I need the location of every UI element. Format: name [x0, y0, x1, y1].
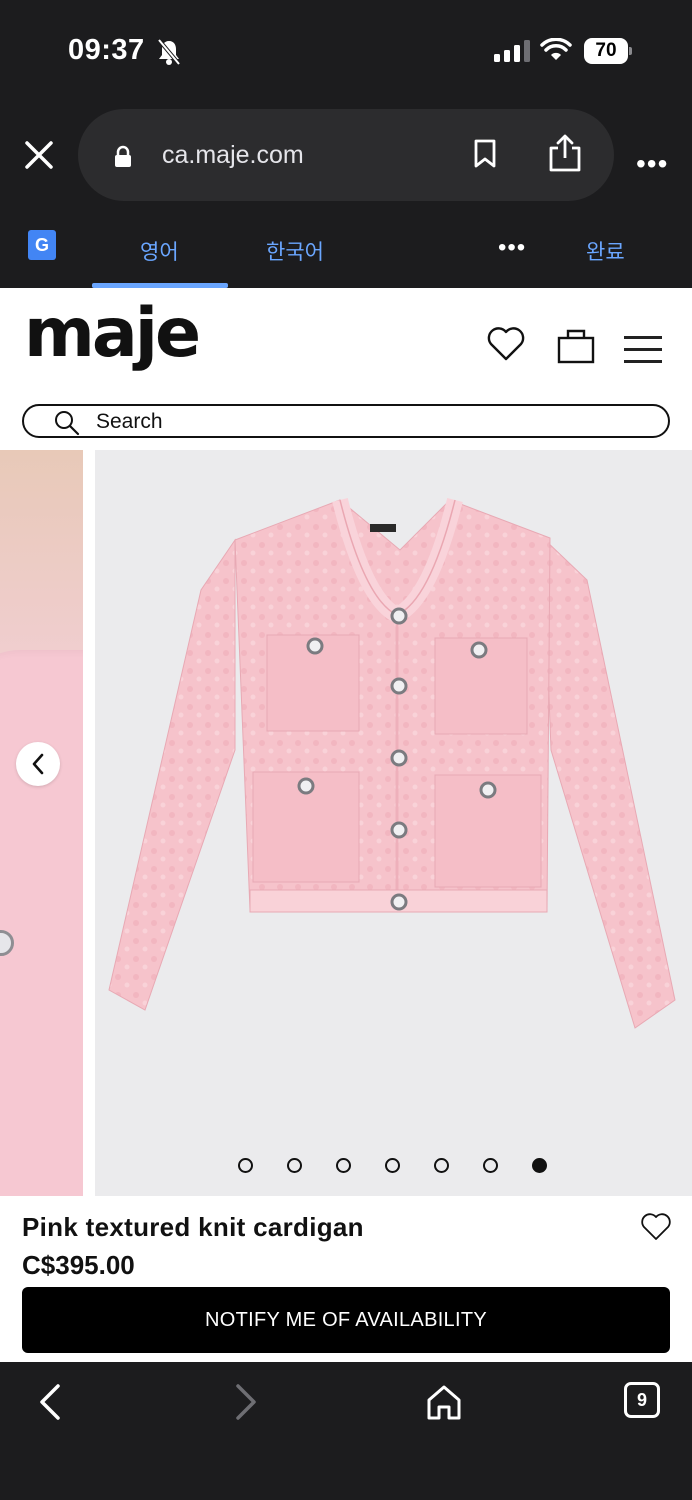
product-gallery[interactable]	[0, 450, 692, 1196]
product-price: C$395.00	[22, 1250, 135, 1280]
address-bar[interactable]: ca.maje.com	[78, 109, 614, 201]
translate-bar: G 文 영어 한국어 ••• 완료	[0, 212, 692, 288]
pagination-dot[interactable]	[238, 1158, 253, 1173]
browser-toolbar: 9	[0, 1362, 692, 1500]
battery-level: 70	[584, 38, 628, 64]
previous-product-image[interactable]	[0, 450, 83, 1196]
more-options-icon[interactable]: •••	[636, 148, 668, 180]
wifi-icon	[540, 37, 572, 67]
browser-url-row: ca.maje.com •••	[0, 104, 692, 212]
image-pagination[interactable]	[238, 1158, 547, 1173]
search-placeholder: Search	[96, 410, 163, 433]
product-image[interactable]	[95, 450, 692, 1196]
tab-target-language[interactable]: 한국어	[266, 236, 324, 266]
web-page: maje Search Pink textured knit cardigan …	[0, 288, 692, 1362]
add-to-wishlist-heart-icon[interactable]	[640, 1212, 672, 1247]
share-icon[interactable]	[548, 133, 582, 178]
home-icon[interactable]	[424, 1382, 464, 1427]
tab-source-language[interactable]: 영어	[140, 236, 179, 266]
pagination-dot[interactable]	[336, 1158, 351, 1173]
site-logo[interactable]: maje	[24, 300, 201, 368]
bell-off-icon	[156, 38, 182, 71]
pagination-dot[interactable]	[434, 1158, 449, 1173]
status-time: 09:37	[68, 34, 145, 66]
search-input[interactable]: Search	[22, 404, 670, 438]
status-bar: 09:37 70	[0, 0, 692, 104]
lock-icon	[114, 145, 132, 174]
translate-more-button[interactable]: •••	[498, 234, 526, 262]
wishlist-heart-icon[interactable]	[486, 326, 526, 367]
bookmark-icon[interactable]	[474, 139, 496, 174]
url-text: ca.maje.com	[162, 141, 304, 169]
google-translate-icon: G 文	[28, 230, 70, 270]
pagination-dot[interactable]	[287, 1158, 302, 1173]
pagination-dot-active[interactable]	[532, 1158, 547, 1173]
battery-icon: 70	[584, 38, 632, 64]
close-icon[interactable]	[22, 138, 56, 172]
signal-icon	[494, 40, 530, 62]
pagination-dot[interactable]	[385, 1158, 400, 1173]
translate-done-button[interactable]: 완료	[586, 236, 625, 266]
notify-me-button[interactable]: NOTIFY ME OF AVAILABILITY	[22, 1287, 670, 1353]
chevron-right-icon[interactable]	[232, 1382, 260, 1427]
chevron-left-icon[interactable]	[36, 1382, 64, 1427]
chevron-left-icon[interactable]	[16, 742, 60, 786]
product-title: Pink textured knit cardigan	[22, 1212, 364, 1242]
bag-icon[interactable]	[556, 326, 596, 369]
search-icon	[54, 410, 80, 441]
pagination-dot[interactable]	[483, 1158, 498, 1173]
hamburger-icon[interactable]	[624, 336, 662, 372]
tabs-count-button[interactable]: 9	[624, 1382, 660, 1418]
